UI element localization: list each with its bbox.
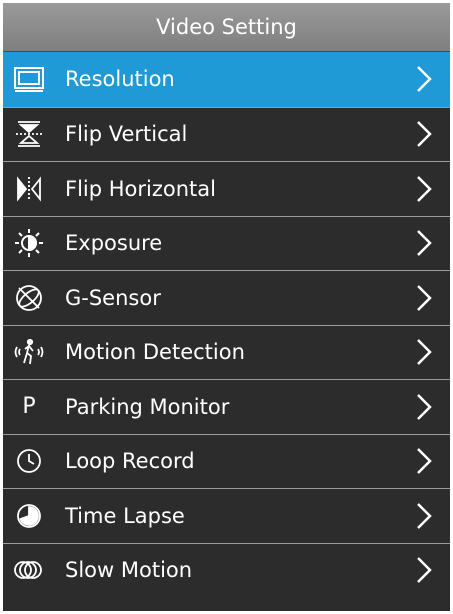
chevron-right-icon [416, 120, 432, 148]
menu-item-slow-motion[interactable]: Slow Motion [3, 542, 450, 598]
menu-item-g-sensor[interactable]: G-Sensor [3, 270, 450, 325]
parking-monitor-icon: P [9, 391, 49, 423]
menu-item-label: Flip Vertical [65, 122, 188, 147]
loop-record-icon [9, 445, 49, 477]
header-bar: Video Setting [3, 3, 450, 52]
chevron-right-icon [416, 556, 432, 584]
menu-item-loop-record[interactable]: Loop Record [3, 433, 450, 489]
menu-item-motion-detection[interactable]: Motion Detection [3, 324, 450, 380]
page-title: Video Setting [156, 15, 297, 39]
menu-item-flip-vertical[interactable]: Flip Vertical [3, 106, 450, 162]
menu-item-parking-monitor[interactable]: P Parking Monitor [3, 379, 450, 434]
menu-item-label: Motion Detection [65, 340, 245, 365]
chevron-right-icon [416, 447, 432, 475]
chevron-right-icon [416, 229, 432, 257]
chevron-right-icon [416, 175, 432, 203]
video-setting-screen: Video Setting Resolution Flip Vertical F… [3, 3, 450, 611]
resolution-icon [9, 63, 49, 95]
menu-item-resolution[interactable]: Resolution [3, 52, 450, 107]
menu-item-label: Loop Record [65, 449, 195, 474]
menu-item-label: Flip Horizontal [65, 176, 216, 201]
chevron-right-icon [416, 502, 432, 530]
menu-item-label: Time Lapse [65, 503, 185, 528]
slow-motion-icon [9, 554, 49, 586]
flip-vertical-icon [9, 118, 49, 150]
chevron-right-icon [416, 284, 432, 312]
flip-horizontal-icon [9, 173, 49, 205]
menu-item-label: Resolution [65, 67, 175, 92]
menu-item-label: Exposure [65, 231, 163, 256]
menu-item-label: Slow Motion [65, 558, 193, 583]
parking-glyph: P [22, 394, 36, 420]
time-lapse-icon [9, 500, 49, 532]
chevron-right-icon [416, 393, 432, 421]
menu-item-exposure[interactable]: Exposure [3, 215, 450, 271]
motion-detection-icon [9, 336, 49, 368]
chevron-right-icon [416, 338, 432, 366]
menu-item-label: G-Sensor [65, 285, 161, 310]
exposure-icon [9, 227, 49, 259]
chevron-right-icon [416, 65, 432, 93]
menu-item-flip-horizontal[interactable]: Flip Horizontal [3, 161, 450, 216]
menu-item-time-lapse[interactable]: Time Lapse [3, 488, 450, 543]
g-sensor-icon [9, 282, 49, 314]
settings-menu: Resolution Flip Vertical Flip Horizontal… [3, 52, 450, 597]
menu-item-label: Parking Monitor [65, 394, 230, 419]
